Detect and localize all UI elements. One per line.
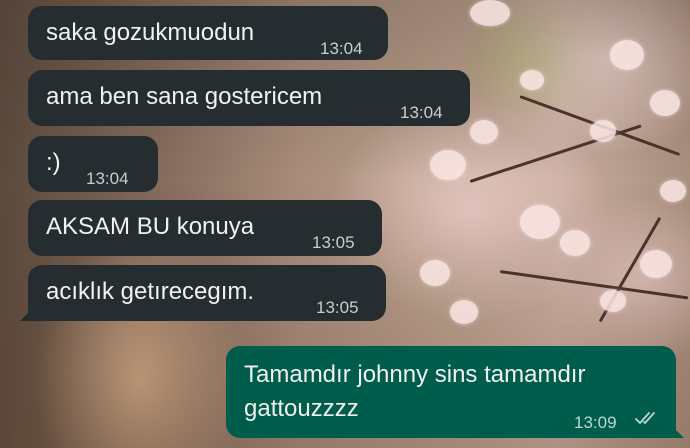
message-timestamp: 13:09	[574, 413, 617, 432]
message-text: ama ben sana gostericem	[46, 83, 323, 110]
message-text-line-1: Tamamdır johnny sins tamamdır	[244, 361, 586, 388]
message-timestamp: 13:05	[316, 298, 359, 317]
message-timestamp: 13:05	[312, 233, 355, 252]
message-text-line-2: gattouzzzz	[244, 395, 359, 422]
message-bubble-incoming[interactable]: acıklık getırecegım. 13:05	[20, 265, 386, 321]
message-bubble-incoming[interactable]: AKSAM BU konuya 13:05	[28, 200, 382, 256]
message-bubble-incoming[interactable]: ama ben sana gostericem 13:04	[28, 70, 470, 126]
double-check-read-icon	[635, 412, 655, 424]
message-bubble-incoming[interactable]: saka gozukmuodun 13:04	[28, 6, 388, 60]
message-text: acıklık getırecegım.	[46, 278, 255, 305]
message-timestamp: 13:04	[400, 103, 443, 122]
bubble-tail	[670, 424, 684, 438]
bubble-tail	[20, 307, 34, 321]
message-text: AKSAM BU konuya	[46, 213, 255, 240]
message-timestamp: 13:04	[320, 39, 363, 58]
message-timestamp: 13:04	[86, 169, 129, 188]
message-bubble-incoming[interactable]: :) 13:04	[28, 136, 158, 192]
message-text: :)	[46, 149, 61, 176]
message-text: saka gozukmuodun	[46, 19, 255, 46]
message-bubble-outgoing[interactable]: Tamamdır johnny sins tamamdır gattouzzzz…	[226, 346, 684, 438]
